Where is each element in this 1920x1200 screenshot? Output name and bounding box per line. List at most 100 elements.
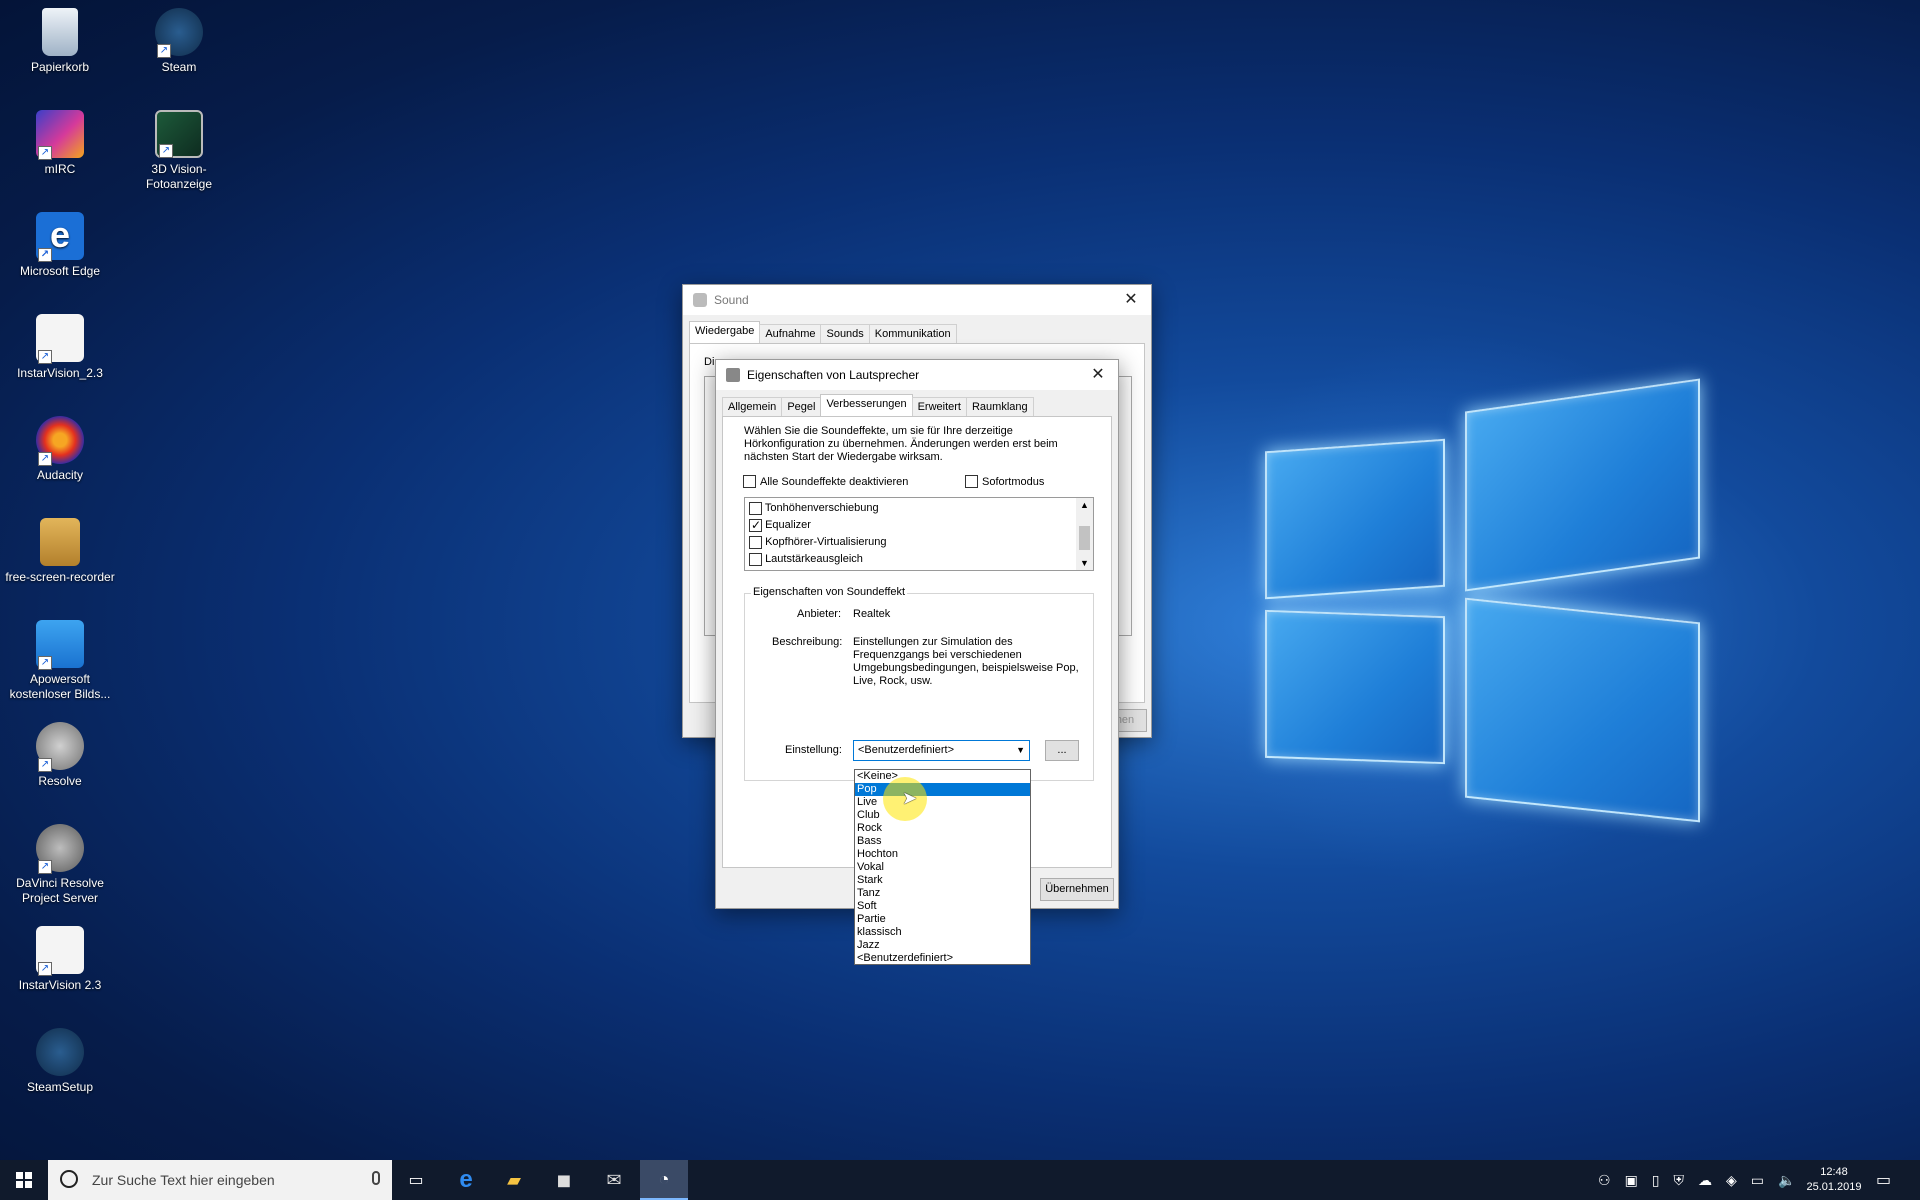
desktop-icon-davinci-server[interactable]: ↗ DaVinci Resolve Project Server	[4, 824, 116, 906]
dropdown-option[interactable]: Bass	[855, 835, 1030, 848]
description-label: Beschreibung:	[772, 636, 843, 648]
desktop-icon-edge[interactable]: e ↗ Microsoft Edge	[4, 212, 116, 279]
shortcut-arrow-icon: ↗	[38, 860, 52, 874]
desktop-icon-mirc[interactable]: ↗ mIRC	[4, 110, 116, 177]
desktop-icon-label: InstarVision 2.3	[18, 978, 102, 992]
setting-dropdown-list: <Keine> Pop Live Club Rock Bass Hochton Vokal St…	[854, 769, 1031, 965]
intro-text: Wählen Sie die Soundeffekte, um sie für …	[744, 425, 1058, 463]
volume-icon[interactable]: 🔈	[1778, 1172, 1795, 1189]
close-icon[interactable]: ✕	[1111, 285, 1151, 315]
tab-pegel[interactable]: Pegel	[781, 397, 822, 416]
tab-raumklang[interactable]: Raumklang	[965, 397, 1034, 416]
tab-erweitert[interactable]: Erweitert	[911, 397, 967, 416]
search-input[interactable]: Zur Suche Text hier eingeben	[48, 1160, 392, 1200]
dropdown-option[interactable]: Jazz	[855, 939, 1030, 952]
desktop-icon-label: 3D Vision-Fotoanzeige	[145, 162, 213, 191]
tray-camera-icon[interactable]: ▣	[1625, 1172, 1638, 1189]
mail-icon[interactable]: ✉	[590, 1160, 638, 1200]
task-view-icon[interactable]: ▭	[392, 1160, 440, 1200]
dropdown-option[interactable]: Live	[855, 796, 1030, 809]
network-icon[interactable]: ▭	[1751, 1172, 1764, 1189]
setting-select[interactable]: <Benutzerdefiniert> ▼	[853, 740, 1030, 761]
edge-icon: e ↗	[36, 212, 84, 262]
desktop-icon-label: mIRC	[44, 162, 76, 176]
dropdown-option[interactable]: Hochton	[855, 848, 1030, 861]
apply-button[interactable]: Übernehmen	[1040, 878, 1114, 901]
desktop-icon-apowersoft[interactable]: ↗ Apowersoft kostenloser Bilds...	[4, 620, 116, 702]
desktop-icon-instarvision-1[interactable]: ↗ InstarVision_2.3	[4, 314, 116, 381]
desktop-icon-papierkorb[interactable]: Papierkorb	[4, 8, 116, 75]
chevron-down-icon[interactable]: ▼	[1076, 556, 1093, 570]
effect-label: Kopfhörer-Virtualisierung	[765, 536, 887, 548]
desktop-icon-resolve[interactable]: ↗ Resolve	[4, 722, 116, 789]
tab-sounds[interactable]: Sounds	[820, 324, 870, 343]
dialog-title: Eigenschaften von Lautsprecher	[747, 368, 920, 382]
tab-allgemein[interactable]: Allgemein	[722, 397, 783, 416]
usb-icon[interactable]: ▯	[1652, 1172, 1660, 1189]
checkbox[interactable]	[749, 535, 762, 549]
effects-scrollbar[interactable]: ▲ ▼	[1076, 498, 1093, 570]
dropdown-option[interactable]: Tanz	[855, 887, 1030, 900]
tab-aufnahme[interactable]: Aufnahme	[759, 324, 822, 343]
checkbox[interactable]	[749, 552, 762, 566]
desktop-icon-steamsetup[interactable]: SteamSetup	[4, 1028, 116, 1095]
desktop-icon-label: Audacity	[36, 468, 84, 482]
store-icon[interactable]: ◼	[540, 1160, 588, 1200]
desktop-icon-steam[interactable]: ↗ Steam	[123, 8, 235, 75]
tab-kommunikation[interactable]: Kommunikation	[868, 324, 957, 343]
dropdown-option[interactable]: <Benutzerdefiniert>	[855, 952, 1030, 965]
dropdown-option[interactable]: klassisch	[855, 926, 1030, 939]
sound-window-title: Sound	[714, 293, 749, 307]
list-item[interactable]: Equalizer	[749, 517, 887, 534]
dropdown-option[interactable]: Soft	[855, 900, 1030, 913]
shortcut-arrow-icon: ↗	[38, 452, 52, 466]
windows-start-icon	[16, 1172, 32, 1188]
close-icon[interactable]: ✕	[1078, 360, 1118, 390]
search-placeholder: Zur Suche Text hier eingeben	[92, 1172, 275, 1188]
chevron-up-icon[interactable]: ▲	[1076, 498, 1093, 512]
clock[interactable]: 12:48 25.01.2019	[1806, 1160, 1862, 1200]
edge-taskbar-icon[interactable]: e	[442, 1160, 490, 1200]
more-settings-button[interactable]: ...	[1045, 740, 1079, 761]
setting-label: Einstellung:	[785, 744, 842, 756]
people-icon[interactable]: ⚇	[1598, 1172, 1611, 1189]
effect-label: Equalizer	[765, 519, 811, 531]
cloud-icon[interactable]: ☁	[1698, 1172, 1712, 1189]
shield-icon[interactable]: ⛨	[1674, 1172, 1685, 1189]
start-button[interactable]	[0, 1160, 48, 1200]
tab-verbesserungen[interactable]: Verbesserungen	[820, 394, 913, 416]
resolve-server-icon: ↗	[36, 824, 84, 874]
checkbox[interactable]	[749, 501, 762, 515]
checkbox[interactable]	[965, 475, 978, 488]
checkbox[interactable]	[743, 475, 756, 488]
dropdown-option[interactable]: <Keine>	[855, 770, 1030, 783]
disable-all-checkbox[interactable]: Alle Soundeffekte deaktivieren	[743, 475, 908, 488]
desktop-icon-audacity[interactable]: ↗ Audacity	[4, 416, 116, 483]
notification-icon[interactable]: ▭	[1876, 1160, 1891, 1200]
desktop-icon-free-screen-recorder[interactable]: free-screen-recorder	[4, 518, 116, 585]
microphone-icon[interactable]	[372, 1171, 380, 1185]
nvidia-icon[interactable]: ◈	[1726, 1172, 1737, 1189]
dropdown-option[interactable]: Pop	[855, 783, 1030, 796]
dropdown-option[interactable]: Vokal	[855, 861, 1030, 874]
desktop-icon-3d-vision[interactable]: ↗ 3D Vision-Fotoanzeige	[123, 110, 235, 192]
speaker-icon	[726, 368, 740, 382]
tab-wiedergabe[interactable]: Wiedergabe	[689, 321, 761, 343]
list-item[interactable]: Lautstärkeausgleich	[749, 551, 887, 568]
3d-vision-icon: ↗	[155, 110, 203, 158]
checkbox[interactable]	[749, 517, 762, 534]
sound-taskbar-icon[interactable]: ◔	[640, 1160, 688, 1200]
shortcut-arrow-icon: ↗	[38, 962, 52, 976]
file-explorer-icon[interactable]: ▰	[490, 1160, 538, 1200]
dropdown-option[interactable]: Club	[855, 809, 1030, 822]
dropdown-option[interactable]: Stark	[855, 874, 1030, 887]
immediate-mode-checkbox[interactable]: Sofortmodus	[965, 475, 1044, 488]
list-item[interactable]: Tonhöhenverschiebung	[749, 500, 887, 517]
effect-label: Tonhöhenverschiebung	[764, 502, 879, 514]
list-item[interactable]: Kopfhörer-Virtualisierung	[749, 534, 887, 551]
dropdown-option[interactable]: Rock	[855, 822, 1030, 835]
effect-properties-group: Eigenschaften von Soundeffekt Anbieter: …	[744, 586, 1094, 781]
dropdown-option[interactable]: Partie	[855, 913, 1030, 926]
scrollbar-thumb[interactable]	[1079, 526, 1090, 550]
desktop-icon-instarvision-2[interactable]: ↗ InstarVision 2.3	[4, 926, 116, 993]
